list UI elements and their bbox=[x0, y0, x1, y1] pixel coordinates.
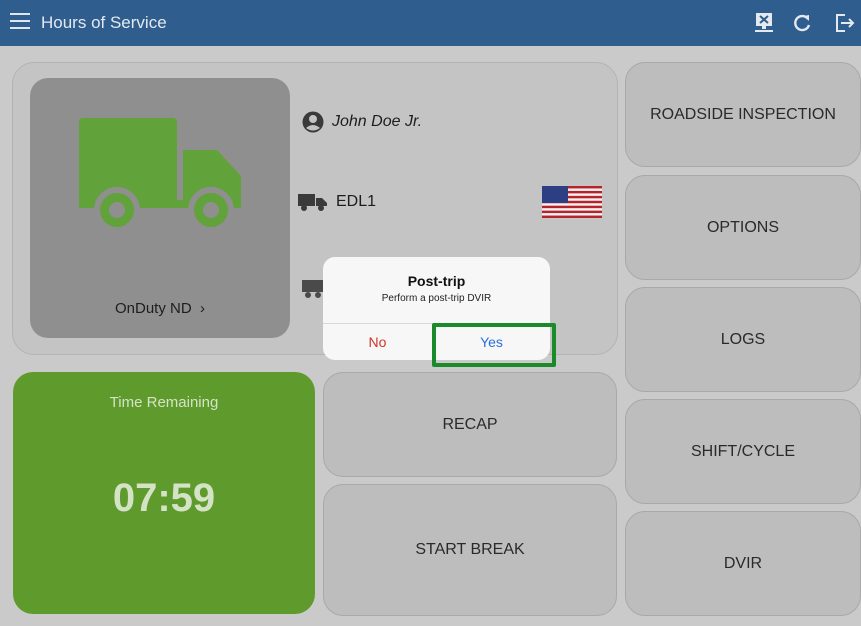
app-header: Hours of Service bbox=[0, 0, 861, 46]
logout-icon[interactable] bbox=[832, 11, 856, 35]
driver-name: John Doe Jr. bbox=[332, 113, 423, 130]
us-flag-icon bbox=[542, 186, 602, 218]
dialog-no-button[interactable]: No bbox=[323, 323, 432, 360]
recap-button[interactable]: RECAP bbox=[323, 372, 617, 477]
dialog-title: Post-trip bbox=[407, 273, 466, 289]
time-remaining-label: Time Remaining bbox=[109, 394, 219, 411]
page-title: Hours of Service bbox=[41, 13, 167, 32]
disconnect-device-icon[interactable] bbox=[752, 11, 776, 35]
start-break-button[interactable]: START BREAK bbox=[323, 484, 617, 616]
options-button[interactable]: OPTIONS bbox=[625, 175, 861, 280]
shift-cycle-button[interactable]: SHIFT/CYCLE bbox=[625, 399, 861, 504]
vehicle-row: EDL1 bbox=[298, 192, 376, 212]
user-icon bbox=[302, 111, 324, 133]
dialog-message: Perform a post-trip DVIR bbox=[381, 293, 492, 304]
time-remaining-value: 07:59 bbox=[112, 476, 216, 520]
roadside-inspection-button[interactable]: ROADSIDE INSPECTION bbox=[625, 62, 861, 167]
logs-button[interactable]: LOGS bbox=[625, 287, 861, 392]
refresh-icon[interactable] bbox=[790, 11, 814, 35]
duty-status-label: OnDuty ND › bbox=[114, 300, 206, 317]
yes-button-highlight bbox=[432, 323, 556, 367]
menu-icon[interactable] bbox=[10, 13, 30, 31]
duty-status-card[interactable]: OnDuty ND › bbox=[30, 78, 290, 338]
time-remaining-card: Time Remaining 07:59 bbox=[13, 372, 315, 614]
dvir-button[interactable]: DVIR bbox=[625, 511, 861, 616]
truck-icon bbox=[79, 118, 241, 233]
driver-name-row: John Doe Jr. bbox=[302, 111, 422, 133]
vehicle-truck-icon bbox=[298, 194, 327, 211]
vehicle-id: EDL1 bbox=[336, 193, 377, 210]
